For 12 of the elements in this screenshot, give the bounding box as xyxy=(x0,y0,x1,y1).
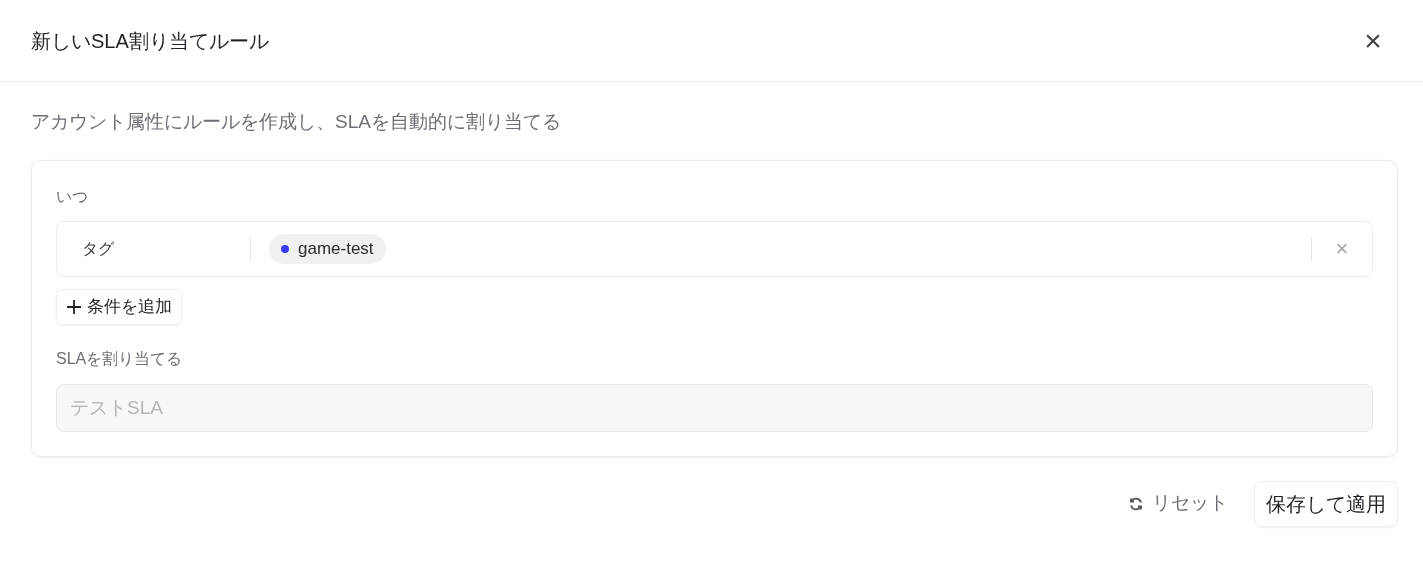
reset-button[interactable]: リセット xyxy=(1128,489,1228,518)
add-condition-button[interactable]: 条件を追加 xyxy=(56,288,182,325)
close-button[interactable]: × xyxy=(1359,26,1387,55)
tag-chip[interactable]: game-test xyxy=(269,233,386,264)
refresh-icon xyxy=(1128,495,1144,512)
dialog-title: 新しいSLA割り当てルール xyxy=(31,28,269,54)
description-text: アカウント属性にルールを作成し、SLAを自動的に割り当てる xyxy=(31,110,562,134)
condition-field[interactable]: タグ xyxy=(57,236,250,261)
when-label: いつ xyxy=(56,186,89,207)
plus-icon xyxy=(66,298,82,315)
assign-sla-label: SLAを割り当てる xyxy=(56,348,184,369)
save-apply-button[interactable]: 保存して適用 xyxy=(1254,480,1398,527)
